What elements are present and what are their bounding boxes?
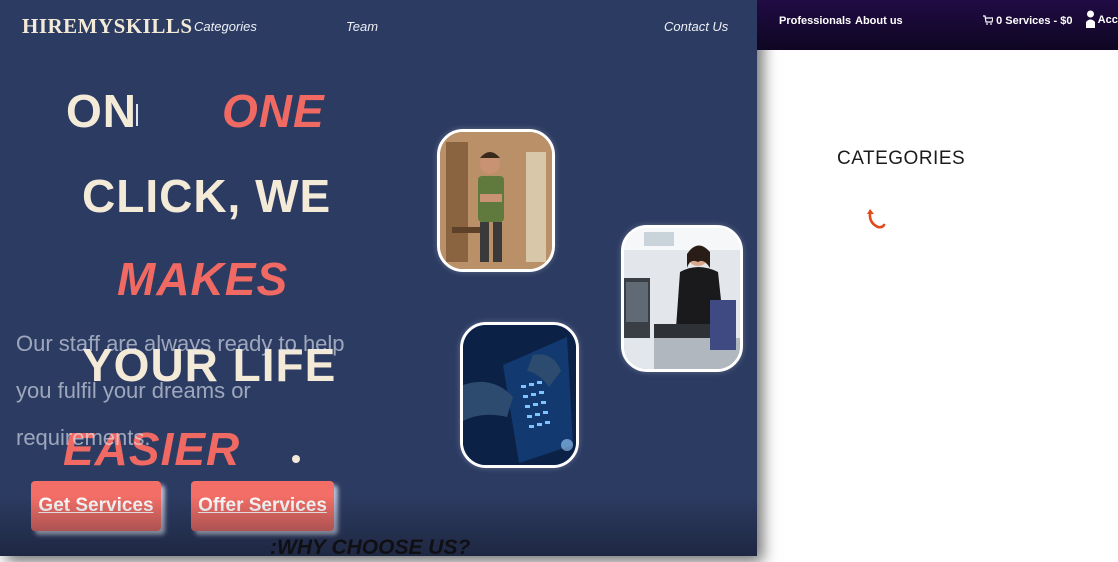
about-us-link[interactable]: About us bbox=[855, 15, 903, 27]
categories-title: CATEGORIES bbox=[837, 148, 966, 169]
brand-logo[interactable]: HIREMYSKILLS bbox=[22, 14, 193, 39]
nav-team-link[interactable]: Team bbox=[346, 19, 378, 34]
nav-categories-link[interactable]: Categories bbox=[194, 19, 257, 34]
why-choose-us-heading: :WHY CHOOSE US? bbox=[270, 536, 470, 556]
cart-icon bbox=[983, 15, 994, 25]
carpenter-photo bbox=[437, 129, 555, 272]
hero-word-makes: MAKES bbox=[117, 253, 289, 305]
cart-link[interactable]: 0 Services - $0 bbox=[983, 15, 1073, 27]
hero-word-your-life: YOUR LIFE bbox=[82, 339, 337, 391]
office-worker-photo bbox=[621, 225, 743, 372]
top-navigation-bar: Professionals About us 0 Services - $0 A… bbox=[757, 0, 1118, 50]
typing-caret bbox=[136, 104, 138, 126]
hero-word-easier: EASIER bbox=[63, 423, 241, 475]
loading-spinner-icon bbox=[867, 209, 886, 229]
hero-section: HIREMYSKILLS Categories Team Contact Us … bbox=[0, 0, 757, 556]
hero-period-dot bbox=[292, 455, 300, 463]
user-icon bbox=[1086, 10, 1095, 28]
account-link[interactable]: Accou bbox=[1086, 10, 1118, 28]
account-label: Accou bbox=[1097, 14, 1118, 26]
laptop-typing-photo bbox=[460, 322, 579, 468]
nav-contact-link[interactable]: Contact Us bbox=[664, 19, 728, 34]
why-choose-us-text: WHY CHOOSE US? bbox=[277, 536, 471, 556]
cart-summary: 0 Services - $0 bbox=[996, 15, 1073, 27]
professionals-link[interactable]: Professionals bbox=[779, 15, 851, 27]
hero-word-on: ON bbox=[66, 85, 137, 137]
hero-word-click-we: CLICK, WE bbox=[82, 170, 332, 222]
hero-word-one: ONE bbox=[222, 85, 325, 137]
